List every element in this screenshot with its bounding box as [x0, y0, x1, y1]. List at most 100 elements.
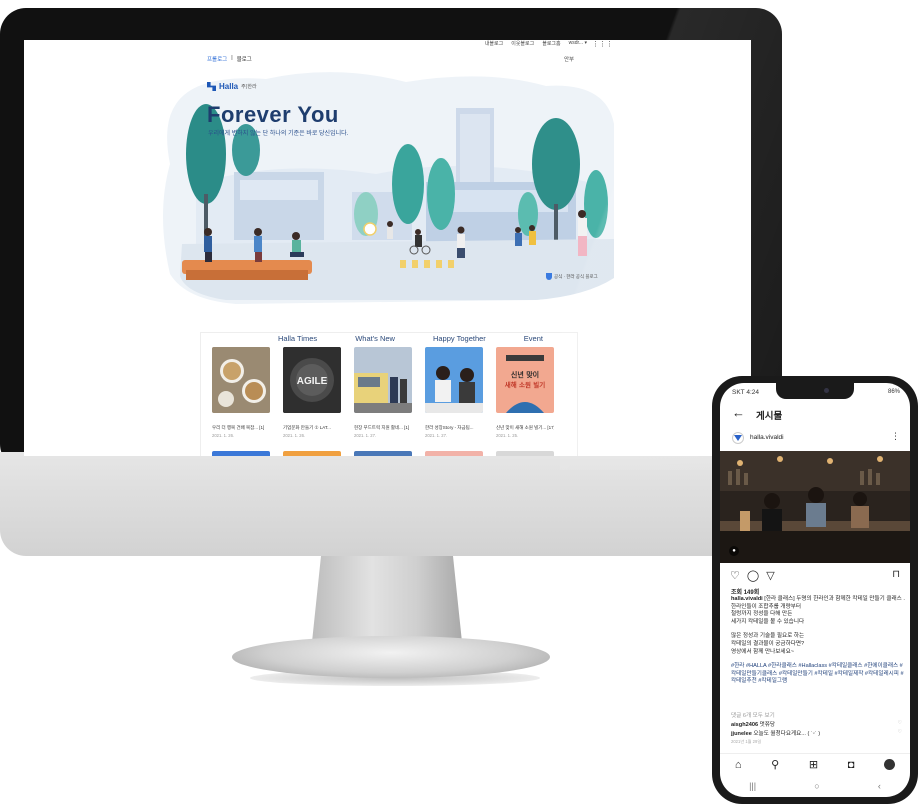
post-thumbnail-partial[interactable]	[425, 451, 483, 456]
post-date: 2021. 1. 26.	[283, 433, 306, 438]
user-tag-icon[interactable]: ●	[729, 546, 739, 556]
share-send-icon[interactable]: ▽	[766, 569, 774, 582]
back-button-icon[interactable]: ‹	[878, 781, 881, 791]
caption-line: 많은 정성과 기술을 필요로 하는	[731, 633, 805, 640]
nav-event[interactable]: Event	[524, 334, 543, 343]
halla-logo: Halla 주)한라	[207, 82, 257, 91]
post-title[interactable]: 현장 푸드트럭 지원 활네... [1]	[354, 425, 412, 431]
more-options-icon[interactable]: ⋮	[891, 431, 900, 442]
post-date: 2021. 1. 26.	[212, 433, 235, 438]
caption-line: 세가지 칵테일을 볼 수 있습니다	[731, 618, 805, 625]
post-thumbnail-partial[interactable]	[212, 451, 270, 456]
like-heart-icon[interactable]: ♡	[730, 569, 740, 582]
svg-text:새해 소원 빌기: 새해 소원 빌기	[505, 380, 545, 389]
comment-text: 멋쮸당	[758, 722, 776, 728]
comment: aisgh2406 멋쮸당	[731, 720, 775, 728]
profile-avatar-icon[interactable]	[884, 759, 896, 770]
post-thumbnail-partial[interactable]	[354, 451, 412, 456]
phone-screen: SKT 4:24 86% ← 게시물 halla.vivaldi ⋮ ● ♡ ◯…	[720, 383, 910, 797]
comment-like-icon[interactable]: ♡	[898, 729, 902, 735]
post-thumbnail[interactable]	[212, 347, 270, 413]
back-arrow-icon[interactable]: ←	[732, 405, 745, 420]
post-title[interactable]: 기업문화 만들기 ① LAT...	[283, 425, 341, 431]
nav-halla-times[interactable]: Halla Times	[278, 334, 317, 343]
post-card[interactable]: 우리 더 행복 건배 복잡... [1] 2021. 1. 26.	[212, 347, 270, 438]
vivaldi-logo-icon	[734, 435, 742, 441]
newyear-thumb: 신년 맞이 새해 소원 빌기	[496, 347, 554, 413]
halla-logo-word: Halla	[219, 82, 239, 91]
link-blog-home[interactable]: 블로그홈	[542, 40, 560, 47]
bookmark-icon[interactable]: ⊓	[892, 569, 900, 580]
post-actions: ♡ ◯ ▽	[730, 569, 775, 582]
tab-prologue[interactable]: 프롤로그	[207, 55, 227, 63]
svg-text:AGILE: AGILE	[297, 376, 328, 387]
caption-username[interactable]: halla.vivaldi	[731, 596, 763, 602]
search-icon[interactable]: ⚲	[771, 758, 779, 771]
status-battery: 86%	[887, 389, 900, 395]
halla-mark-icon	[207, 82, 216, 91]
post-grid: 우리 더 행복 건배 복잡... [1] 2021. 1. 26. AGILE …	[212, 347, 572, 438]
halla-logo-sub: 주)한라	[241, 84, 257, 90]
comment-like-icon[interactable]: ♡	[898, 720, 902, 726]
home-button-icon[interactable]: ○	[814, 781, 819, 791]
view-all-comments-link[interactable]: 댓글 6개 모두 보기	[731, 711, 775, 719]
top-links: 내블로그 이웃블로그 블로그홈 wsdr... ▾	[485, 40, 587, 47]
status-carrier-time: SKT 4:24	[732, 389, 759, 396]
guestbook-link[interactable]: 안부	[564, 55, 574, 63]
interview-thumb	[425, 347, 483, 413]
caption-hashtags[interactable]: #한라 #HALLA #한라클래스 #Hallaclass #칵테일클래스 #한…	[731, 663, 905, 686]
post-card[interactable]: 현장 푸드트럭 지원 활네... [1] 2021. 1. 27.	[354, 347, 412, 438]
post-username[interactable]: halla.vivaldi	[750, 434, 784, 441]
foodtruck-thumb	[354, 347, 412, 413]
app-grid-icon[interactable]: ⋮⋮⋮	[592, 40, 613, 48]
agile-thumb: AGILE	[283, 347, 341, 413]
post-thumbnail[interactable]	[425, 347, 483, 413]
hero-title: Forever You	[207, 102, 339, 127]
monitor-screen: 내블로그 이웃블로그 블로그홈 wsdr... ▾ ⋮⋮⋮ 프롤로그 | 블로그…	[24, 40, 751, 456]
post-thumbnail-partial[interactable]	[283, 451, 341, 456]
link-my-blog[interactable]: 내블로그	[485, 40, 503, 47]
post-date: 2021. 1. 27.	[425, 433, 448, 438]
home-icon[interactable]: ⌂	[735, 759, 742, 771]
comment-username[interactable]: jjunelee	[731, 731, 752, 737]
hero-subtitle: 우리에게 변하지 않는 단 하나의 기준은 바로 당신입니다.	[208, 131, 349, 137]
comment-text: 오늘도 월청다요게요... ( ˙ᵕ˙ )	[751, 731, 821, 737]
nav-happy-together[interactable]: Happy Together	[433, 334, 486, 343]
caption-line: 칵테일의 결과물이 궁금하다면?	[731, 640, 805, 647]
official-badge: 공식 · 한라 공식 블로그	[546, 273, 598, 280]
post-photo[interactable]	[720, 451, 910, 563]
add-post-icon[interactable]: ⊞	[809, 758, 818, 771]
monitor-stand-neck	[312, 556, 462, 642]
bottom-tab-bar: ⌂ ⚲ ⊞ ◘	[720, 753, 910, 775]
tab-separator: |	[231, 55, 233, 61]
post-date: 2021년 1월 29일	[731, 739, 762, 744]
recent-apps-icon[interactable]: |||	[749, 781, 756, 791]
post-card[interactable]: 신년 맞이 새해 소원 빌기 신년 맞이 새해 소원 빌기... [17] 20…	[496, 347, 554, 438]
post-title[interactable]: 신년 맞이 새해 소원 빌기... [17]	[496, 425, 554, 431]
post-card[interactable]: AGILE 기업문화 만들기 ① LAT... 2021. 1. 26.	[283, 347, 341, 438]
camera-icon	[824, 388, 829, 393]
nav-whats-new[interactable]: What's New	[355, 334, 395, 343]
blog-category-nav: Halla Times What's New Happy Together Ev…	[278, 334, 543, 343]
comment: jjunelee 오늘도 월청다요게요... ( ˙ᵕ˙ )	[731, 729, 820, 737]
tab-blog[interactable]: 블로그	[237, 55, 252, 63]
link-account[interactable]: wsdr... ▾	[569, 40, 587, 47]
post-card[interactable]: 한라 성장Story - 자금팀... 2021. 1. 27.	[425, 347, 483, 438]
post-thumbnail[interactable]	[354, 347, 412, 413]
comment-username[interactable]: aisgh2406	[731, 722, 758, 728]
post-title[interactable]: 우리 더 행복 건배 복잡... [1]	[212, 425, 270, 431]
svg-text:신년 맞이: 신년 맞이	[511, 370, 539, 379]
official-badge-text: 공식 · 한라 공식 블로그	[554, 273, 598, 279]
comment-icon[interactable]: ◯	[747, 569, 759, 582]
blog-tabs: 프롤로그 | 블로그	[207, 55, 252, 63]
shop-bag-icon[interactable]: ◘	[848, 759, 855, 771]
coffee-thumb	[212, 347, 270, 413]
post-thumbnail[interactable]: AGILE	[283, 347, 341, 413]
caption-line: 철렁까지 정성을 다해 만든	[731, 611, 793, 618]
post-thumbnail-partial[interactable]	[496, 451, 554, 456]
post-title[interactable]: 한라 성장Story - 자금팀...	[425, 425, 483, 431]
post-thumbnail[interactable]: 신년 맞이 새해 소원 빌기	[496, 347, 554, 413]
link-neighbor-blog[interactable]: 이웃블로그	[511, 40, 534, 47]
post-header-title: 게시물	[756, 411, 783, 422]
avatar[interactable]	[732, 432, 744, 444]
